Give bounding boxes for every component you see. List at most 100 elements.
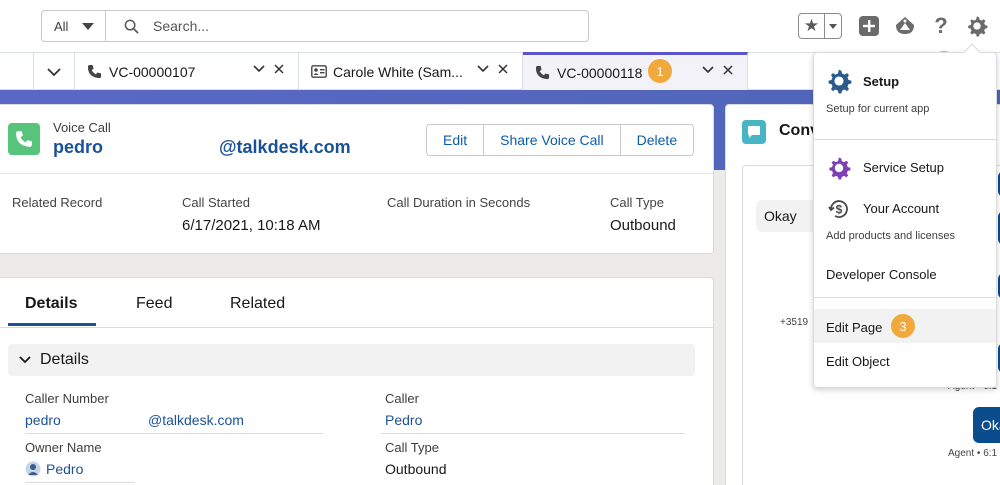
call-type-value: Outbound — [385, 461, 447, 477]
record-type-label: Voice Call — [53, 120, 111, 135]
outgoing-message: Oka — [973, 407, 1000, 443]
divider — [25, 433, 323, 434]
close-icon[interactable] — [498, 64, 508, 74]
account-dollar-icon: $ — [826, 196, 852, 222]
global-header: All ★ ? 2 — [0, 0, 1000, 75]
avatar-icon — [25, 461, 41, 477]
tab-carole-white[interactable]: Carole White (Sam... — [299, 53, 523, 90]
tab-controls — [702, 65, 733, 75]
menu-item-label: Edit Object — [826, 354, 890, 369]
divider — [814, 139, 996, 140]
menu-item-your-account[interactable]: $ Your Account Add products and licenses — [814, 193, 996, 251]
trailhead-icon[interactable] — [894, 15, 916, 37]
caller-link[interactable]: Pedro — [385, 412, 422, 428]
menu-item-label: Your Account — [863, 201, 940, 216]
field-label: Owner Name — [25, 440, 102, 455]
menu-item-label: Developer Console — [826, 267, 937, 282]
record-title: pedro — [53, 137, 104, 157]
highlight-label: Call Started — [182, 195, 250, 210]
svg-text:$: $ — [836, 203, 843, 217]
detail-tab-bar: Details Feed Related — [0, 278, 713, 328]
chevron-down-icon — [19, 356, 31, 364]
tab-related[interactable]: Related — [230, 295, 285, 313]
close-icon[interactable] — [723, 65, 733, 75]
tab-label: Carole White (Sam... — [333, 63, 463, 80]
tab-label: VC-00000118 — [557, 64, 643, 81]
menu-item-developer-console[interactable]: Developer Console — [814, 257, 996, 291]
chat-icon — [742, 120, 766, 144]
setup-gear-icon[interactable]: 2 — [932, 15, 988, 75]
caller-number-link[interactable]: pedro — [25, 412, 61, 428]
add-icon[interactable] — [858, 15, 880, 37]
record-header: Voice Call pedro @talkdesk.com Edit Shar… — [0, 104, 714, 254]
divider — [25, 482, 135, 483]
highlight-label: Call Duration in Seconds — [387, 195, 531, 210]
highlight-call-type: Call Type Outbound — [610, 195, 676, 234]
svg-text:?: ? — [934, 15, 947, 37]
search-input[interactable] — [153, 18, 533, 34]
delete-button[interactable]: Delete — [620, 125, 694, 155]
chevron-down-icon[interactable] — [702, 66, 714, 74]
share-voice-call-button[interactable]: Share Voice Call — [484, 125, 621, 155]
menu-item-service-setup[interactable]: Service Setup — [814, 151, 996, 185]
setup-menu: Setup Setup for current app Service Setu… — [813, 43, 997, 388]
menu-item-sublabel: Add products and licenses — [826, 230, 956, 242]
menu-item-setup[interactable]: Setup Setup for current app — [814, 53, 996, 137]
global-search: All — [41, 10, 589, 42]
tab-controls — [253, 64, 284, 74]
highlight-call-started: Call Started 6/17/2021, 10:18 AM — [182, 195, 320, 234]
star-icon[interactable]: ★ — [799, 14, 825, 38]
favorites-dropdown[interactable] — [825, 14, 841, 38]
header-actions: ★ ? 2 — [798, 12, 1000, 75]
menu-item-label: Setup — [863, 74, 900, 89]
highlight-label: Call Type — [610, 195, 664, 210]
tab-overflow-button[interactable] — [33, 53, 75, 90]
tab-vc-00000107[interactable]: VC-00000107 — [75, 53, 299, 90]
menu-item-sublabel: Setup for current app — [826, 103, 930, 115]
details-panel: Details Feed Related Details Caller Numb… — [0, 277, 714, 485]
active-tab-indicator — [8, 323, 96, 326]
divider — [381, 433, 685, 434]
step-badge: 3 — [891, 314, 915, 338]
phone-icon — [535, 65, 551, 81]
divider — [0, 173, 713, 183]
edit-button[interactable]: Edit — [427, 125, 485, 155]
chevron-down-icon — [47, 67, 61, 76]
search-scope-dropdown[interactable]: All — [42, 11, 106, 41]
phone-icon — [87, 64, 103, 80]
menu-item-edit-object[interactable]: Edit Object — [814, 345, 996, 379]
highlight-value: Outbound — [610, 217, 676, 234]
tab-controls — [477, 64, 508, 74]
record-email: @talkdesk.com — [219, 137, 351, 157]
owner-field: Pedro — [25, 461, 83, 477]
divider — [814, 297, 996, 298]
agent-meta: Agent • 6:1 — [948, 448, 998, 459]
incoming-meta: +3519 — [780, 317, 809, 328]
highlight-call-duration: Call Duration in Seconds — [387, 195, 530, 217]
chevron-down-icon — [829, 23, 837, 29]
tab-details[interactable]: Details — [25, 295, 77, 313]
chevron-down-icon — [82, 22, 95, 30]
menu-item-label: Service Setup — [863, 160, 944, 175]
section-title: Details — [40, 351, 89, 368]
field-label: Caller — [385, 391, 419, 406]
owner-link[interactable]: Pedro — [46, 461, 83, 477]
favorites-button[interactable]: ★ — [798, 13, 842, 39]
chevron-down-icon[interactable] — [253, 65, 265, 73]
search-scope-label: All — [54, 18, 69, 34]
help-icon[interactable]: ? — [930, 15, 952, 37]
highlight-value: 6/17/2021, 10:18 AM — [182, 217, 321, 234]
contact-card-icon — [311, 64, 327, 80]
highlight-label: Related Record — [12, 195, 103, 210]
tab-vc-00000118[interactable]: VC-00000118 1 — [523, 52, 748, 90]
details-section-toggle[interactable]: Details — [8, 344, 695, 376]
record-actions: Edit Share Voice Call Delete — [426, 124, 695, 156]
chevron-down-icon[interactable] — [477, 65, 489, 73]
tab-feed[interactable]: Feed — [136, 295, 172, 313]
menu-item-edit-page[interactable]: Edit Page 3 — [814, 309, 996, 343]
tab-label: VC-00000107 — [109, 63, 196, 80]
close-icon[interactable] — [274, 64, 284, 74]
service-setup-gear-icon — [826, 155, 852, 181]
caller-number-email-link[interactable]: @talkdesk.com — [148, 412, 244, 428]
field-label: Call Type — [385, 440, 439, 455]
